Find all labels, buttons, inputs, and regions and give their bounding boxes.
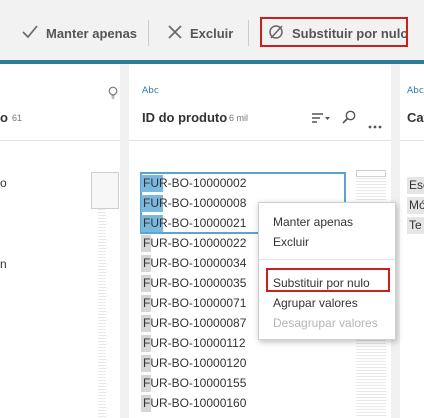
scroll-track[interactable] bbox=[98, 209, 106, 418]
sort-icon[interactable] bbox=[312, 112, 330, 130]
replace-null-highlight bbox=[266, 268, 390, 292]
list-item[interactable]: FUR-BO-10000087 bbox=[141, 314, 246, 333]
menu-item-exclude[interactable]: Excluir bbox=[273, 235, 309, 249]
column-count: 61 bbox=[12, 113, 23, 123]
toolbar-divider bbox=[148, 20, 149, 46]
toolbar: Manter apenas Excluir Substituir por nul… bbox=[0, 0, 424, 60]
exclude-button[interactable]: Excluir bbox=[168, 16, 233, 50]
list-item[interactable]: o bbox=[0, 176, 7, 190]
header-separator bbox=[400, 140, 424, 141]
list-item[interactable]: FUR-BO-10000002 bbox=[141, 174, 246, 193]
list-item[interactable]: Mó bbox=[407, 197, 424, 214]
list-item[interactable]: FUR-BO-10000160 bbox=[141, 394, 246, 413]
list-item[interactable]: FUR-BO-10000120 bbox=[141, 354, 246, 373]
search-icon[interactable] bbox=[342, 110, 356, 129]
scroll-preview[interactable] bbox=[91, 172, 119, 209]
keep-only-label: Manter apenas bbox=[46, 25, 138, 41]
context-menu: Manter apenas Excluir Substituir por nul… bbox=[258, 202, 396, 340]
list-item[interactable]: FUR-BO-10000155 bbox=[141, 374, 246, 393]
list-item[interactable]: Te bbox=[407, 217, 424, 234]
list-item[interactable]: Esc bbox=[407, 177, 424, 194]
column-title: o bbox=[0, 110, 8, 125]
list-item[interactable]: FUR-BO-10000071 bbox=[141, 294, 246, 313]
toolbar-divider bbox=[248, 20, 249, 46]
list-item[interactable]: n bbox=[0, 257, 7, 271]
menu-item-keep-only[interactable]: Manter apenas bbox=[273, 215, 353, 229]
list-item[interactable]: FUR-BO-10000112 bbox=[141, 334, 246, 353]
column-title[interactable]: ID do produto bbox=[142, 110, 227, 125]
list-item[interactable]: FUR-BO-10000035 bbox=[141, 274, 246, 293]
column-left: o 61 o n bbox=[0, 64, 120, 418]
column-gutter bbox=[120, 64, 129, 418]
header-separator bbox=[129, 140, 391, 141]
column-count: 6 mil bbox=[229, 113, 249, 123]
column-title[interactable]: Cat bbox=[407, 110, 424, 125]
list-item[interactable]: FUR-BO-10000008 bbox=[141, 194, 246, 213]
checkmark-icon bbox=[22, 24, 38, 42]
close-icon bbox=[168, 24, 182, 42]
list-item[interactable]: FUR-BO-10000022 bbox=[141, 234, 246, 253]
replace-null-highlight bbox=[260, 17, 408, 47]
header-separator bbox=[0, 140, 120, 141]
type-label: Abc bbox=[407, 86, 424, 96]
menu-item-ungroup-values: Desagrupar valores bbox=[273, 316, 378, 330]
more-options-icon[interactable] bbox=[368, 116, 382, 134]
list-item[interactable]: FUR-BO-10000021 bbox=[141, 214, 246, 233]
list-item[interactable]: FUR-BO-10000034 bbox=[141, 254, 246, 273]
exclude-label: Excluir bbox=[190, 25, 234, 41]
menu-separator bbox=[259, 259, 395, 260]
column-category: Abc Cat Esc Mó Te bbox=[400, 64, 424, 418]
type-label: Abc bbox=[142, 86, 159, 96]
scroll-thumb[interactable] bbox=[356, 170, 386, 177]
lightbulb-icon[interactable] bbox=[108, 86, 118, 105]
keep-only-button[interactable]: Manter apenas bbox=[22, 16, 137, 50]
menu-item-group-values[interactable]: Agrupar valores bbox=[273, 296, 358, 310]
